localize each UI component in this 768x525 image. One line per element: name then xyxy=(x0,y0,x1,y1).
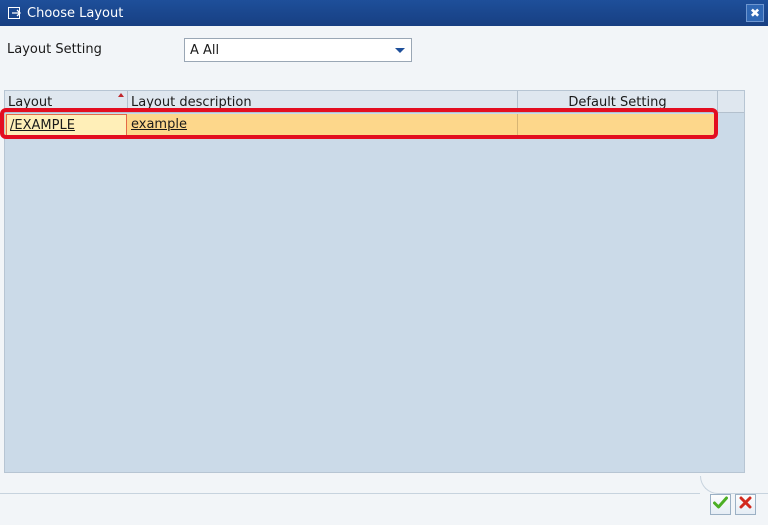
layout-setting-dropdown[interactable]: A All xyxy=(184,38,412,62)
ok-button[interactable] xyxy=(710,494,731,515)
window-title: Choose Layout xyxy=(27,5,124,21)
close-icon: ✖ xyxy=(749,6,761,20)
layout-grid: Layout Layout description Default Settin… xyxy=(4,90,745,473)
table-row[interactable]: /EXAMPLE example xyxy=(5,114,717,136)
footer-divider-curve xyxy=(700,476,768,494)
sort-ascending-icon xyxy=(118,93,124,97)
cancel-x-icon xyxy=(739,496,752,513)
column-header-default-setting[interactable]: Default Setting xyxy=(518,91,718,113)
cell-default-setting[interactable] xyxy=(518,114,717,136)
footer-divider xyxy=(0,493,700,494)
layout-description-link[interactable]: example xyxy=(131,117,187,132)
grid-header: Layout Layout description Default Settin… xyxy=(5,91,744,113)
layout-dialog-icon xyxy=(8,7,22,19)
close-button[interactable]: ✖ xyxy=(746,4,764,22)
layout-link[interactable]: /EXAMPLE xyxy=(10,118,75,133)
checkmark-icon xyxy=(713,496,728,513)
column-header-layout[interactable]: Layout xyxy=(5,91,128,113)
cell-layout[interactable]: /EXAMPLE xyxy=(6,114,127,136)
cancel-button[interactable] xyxy=(735,494,756,515)
chevron-down-icon[interactable] xyxy=(395,48,405,53)
title-bar: Choose Layout ✖ xyxy=(0,0,768,26)
layout-setting-label: Layout Setting xyxy=(7,42,102,57)
column-header-layout-description[interactable]: Layout description xyxy=(128,91,518,113)
layout-setting-value: A All xyxy=(190,42,220,58)
cell-layout-description[interactable]: example xyxy=(128,114,518,136)
